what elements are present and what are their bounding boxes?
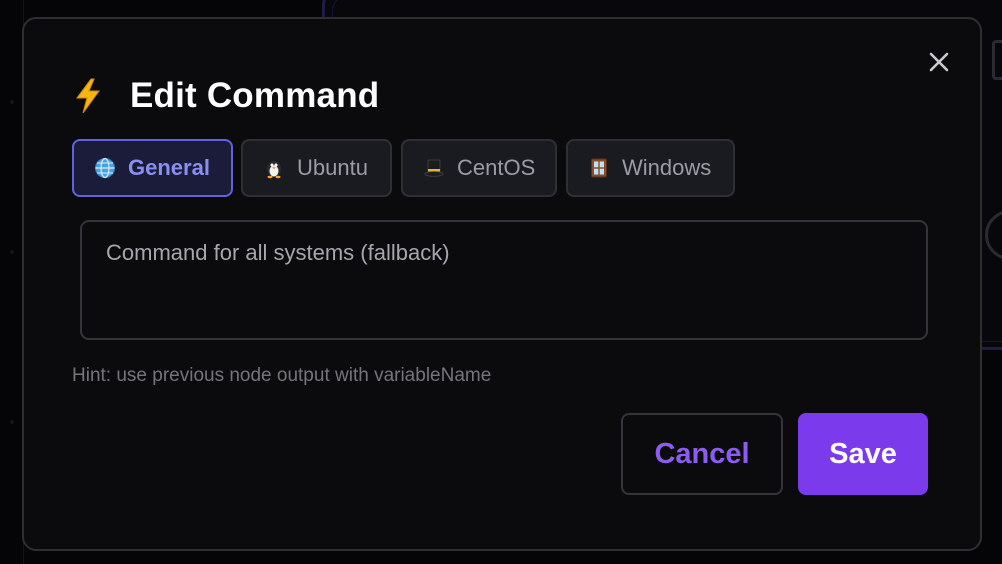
globe-icon <box>94 157 116 179</box>
dialog-title: Edit Command <box>130 76 380 115</box>
command-input[interactable] <box>80 220 928 340</box>
window-icon <box>588 157 610 179</box>
lightning-icon <box>72 76 104 116</box>
close-icon <box>929 52 949 72</box>
grid-dot <box>10 420 14 424</box>
dialog-header: Edit Command <box>72 73 379 119</box>
tab-general[interactable]: General <box>72 139 233 197</box>
tab-label: CentOS <box>457 155 536 180</box>
tab-label: Ubuntu <box>297 155 368 180</box>
backdrop-panel-edge <box>0 0 24 564</box>
hint-text: Hint: use previous node output with vari… <box>72 365 492 386</box>
cancel-button[interactable]: Cancel <box>621 413 783 495</box>
tab-label: Windows <box>622 155 712 180</box>
grid-dot <box>10 100 14 104</box>
penguin-icon <box>263 157 285 179</box>
close-button[interactable] <box>924 47 954 77</box>
grid-dot <box>10 250 14 254</box>
tab-label: General <box>128 155 210 180</box>
save-button[interactable]: Save <box>798 413 928 495</box>
tab-ubuntu[interactable]: Ubuntu <box>241 139 392 197</box>
edit-command-dialog: Edit Command General Ubuntu CentOS Windo… <box>22 17 982 551</box>
top-hat-icon <box>423 157 445 179</box>
tab-centos[interactable]: CentOS <box>401 139 557 197</box>
tab-windows[interactable]: Windows <box>566 139 735 197</box>
backdrop-handle <box>992 40 1002 80</box>
